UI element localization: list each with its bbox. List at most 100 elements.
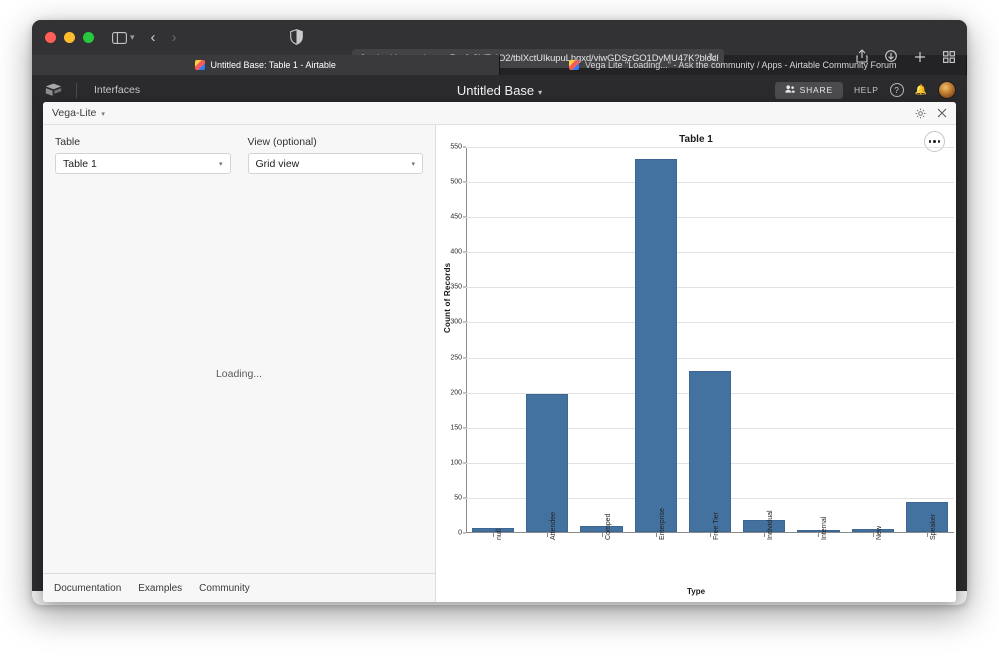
view-field: View (optional) Grid view ▾ [247, 136, 423, 174]
share-label: SHARE [799, 85, 833, 95]
airtable-logo-icon[interactable] [45, 83, 62, 97]
browser-tab-label: Untitled Base: Table 1 - Airtable [210, 60, 336, 70]
view-select-value: Grid view [255, 157, 300, 170]
x-tick-label: Internal [821, 516, 829, 540]
pane-footer: Documentation Examples Community [43, 573, 435, 602]
nav-arrows: ‹ › [151, 29, 177, 46]
y-axis-line [466, 147, 467, 533]
x-tick-label: Speaker [929, 513, 937, 540]
y-tick-mark [463, 392, 466, 394]
sidebar-toggle-icon[interactable] [112, 31, 127, 44]
table-select[interactable]: Table 1 ▾ [55, 153, 231, 174]
bar[interactable] [634, 158, 677, 532]
table-select-value: Table 1 [63, 157, 97, 170]
settings-fields: Table Table 1 ▾ View (optional) Grid vie… [43, 125, 435, 174]
documentation-link[interactable]: Documentation [54, 583, 121, 594]
gridline [466, 357, 954, 359]
app-titlebar-actions [915, 102, 947, 124]
loading-area: Loading... [43, 174, 435, 573]
bar[interactable] [471, 527, 515, 532]
gear-icon[interactable] [915, 108, 926, 119]
y-tick-mark [463, 497, 466, 499]
bar[interactable] [580, 525, 623, 532]
x-tick-mark [655, 533, 657, 537]
gridline [466, 252, 954, 254]
airtable-favicon-icon [568, 60, 579, 70]
help-label[interactable]: HELP [854, 85, 879, 95]
minimize-window-button[interactable] [64, 32, 75, 43]
sidebar-dropdown-icon[interactable]: ▾ [130, 32, 135, 43]
y-tick-mark [463, 462, 466, 464]
plot-area: 0 50 100 150 200 250 300 350 400 450 500 550 [450, 144, 954, 537]
examples-link[interactable]: Examples [138, 583, 182, 594]
y-tick-label: 300 [450, 318, 462, 326]
window-traffic-lights [45, 32, 94, 43]
bar[interactable] [526, 393, 569, 532]
maximize-window-button[interactable] [83, 32, 94, 43]
screenshot-root: ▾ ‹ › 🔒 airtable.com/appcx7yz6rSVZzIO2/t… [0, 0, 999, 659]
vega-lite-app-panel: Vega-Lite ▾ Table Table 1 ▾ View (option… [43, 102, 956, 602]
gridline [466, 182, 954, 184]
y-tick-mark [463, 357, 466, 359]
question-circle-icon[interactable]: ? [889, 83, 904, 97]
app-name-caret-icon: ▾ [101, 111, 105, 118]
close-window-button[interactable] [45, 32, 56, 43]
x-tick-mark [818, 533, 820, 537]
plot-wrap: Count of Records 0 50 100 150 200 250 300 350 40… [436, 143, 956, 602]
y-tick-label: 200 [450, 389, 462, 397]
bar[interactable] [851, 528, 894, 532]
chevron-down-icon: ▾ [218, 160, 223, 168]
x-axis-labels: null Attendee Comped Enterprise Free Tier Ind… [466, 508, 954, 593]
y-tick-mark [463, 286, 466, 288]
gridline [466, 322, 954, 324]
x-tick-mark [493, 533, 495, 537]
user-avatar[interactable] [938, 81, 956, 99]
y-tick-label: 450 [450, 213, 462, 221]
x-tick-label: null [496, 529, 504, 540]
y-tick-mark [463, 216, 466, 218]
browser-tab[interactable]: Vega Lite "Loading..." - Ask the communi… [500, 55, 967, 75]
app-name[interactable]: Vega-Lite ▾ [52, 107, 105, 119]
browser-tab-label: Vega Lite "Loading..." - Ask the communi… [584, 60, 897, 70]
table-field-label: Table [55, 136, 81, 148]
x-tick-label: Enterprise [658, 508, 666, 540]
x-tick-mark [872, 533, 874, 537]
bar[interactable] [688, 370, 732, 532]
base-title-text: Untitled Base [456, 82, 535, 98]
x-tick-label: Attendee [550, 511, 558, 540]
base-title-caret-icon[interactable]: ▾ [538, 88, 542, 97]
app-name-text: Vega-Lite [52, 107, 97, 119]
y-tick-mark [463, 181, 466, 183]
close-icon[interactable] [937, 108, 947, 118]
y-tick-label: 150 [450, 424, 462, 432]
interfaces-link[interactable]: Interfaces [94, 84, 140, 96]
view-select[interactable]: Grid view ▾ [247, 153, 423, 174]
y-tick-label: 500 [450, 178, 462, 186]
bar[interactable] [743, 520, 786, 532]
y-tick-label: 350 [450, 283, 462, 291]
browser-toolbar: ▾ ‹ › 🔒 airtable.com/appcx7yz6rSVZzIO2/t… [32, 20, 967, 68]
x-tick-mark [710, 533, 711, 537]
bar[interactable] [797, 530, 840, 532]
share-button[interactable]: SHARE [774, 81, 843, 99]
bell-icon[interactable]: 🔔 [915, 85, 927, 96]
privacy-shield-icon[interactable] [290, 29, 303, 50]
browser-tab[interactable]: Untitled Base: Table 1 - Airtable [32, 55, 500, 75]
forward-button[interactable]: › [172, 29, 177, 46]
x-tick-label: New [875, 525, 883, 540]
browser-tabstrip: Untitled Base: Table 1 - Airtable Vega L… [32, 55, 967, 75]
view-field-label: View (optional) [247, 136, 317, 148]
y-tick-label: 550 [450, 143, 462, 151]
bar[interactable] [905, 501, 949, 532]
community-link[interactable]: Community [199, 583, 250, 594]
header-actions: SHARE HELP ? 🔔 [774, 75, 956, 105]
y-tick-label: 250 [450, 354, 462, 362]
x-tick-label: Comped [604, 513, 612, 540]
y-tick-label: 100 [450, 459, 462, 467]
header-divider [76, 82, 77, 98]
back-button[interactable]: ‹ [151, 29, 156, 46]
settings-pane: Table Table 1 ▾ View (optional) Grid vie… [43, 125, 436, 602]
y-tick-label: 0 [458, 529, 462, 537]
y-tick-label: 400 [450, 248, 462, 256]
share-people-icon [784, 85, 795, 95]
